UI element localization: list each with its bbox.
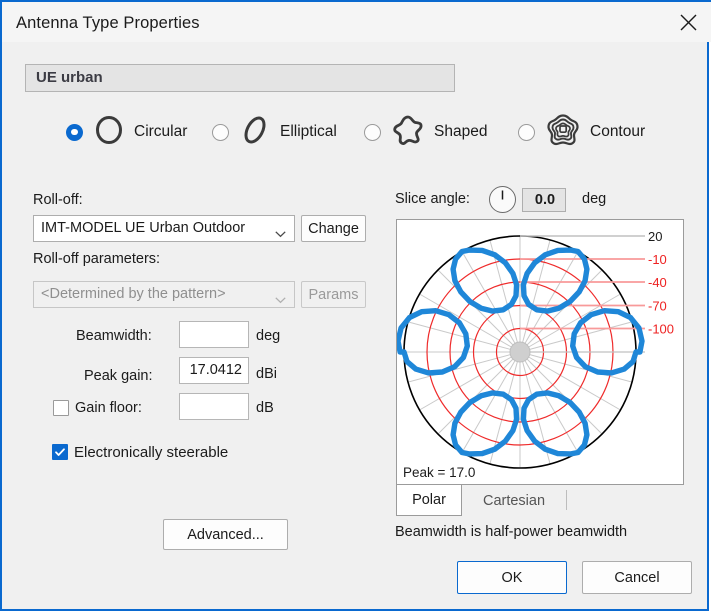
pattern-type-label-circular: Circular [134, 123, 188, 140]
slice-angle-value: 0.0 [534, 192, 556, 208]
ellipse-outline-icon [240, 114, 270, 151]
electronically-steerable-checkbox[interactable] [52, 444, 68, 460]
star-blob-outline-icon [392, 114, 424, 151]
cancel-button[interactable]: Cancel [582, 561, 692, 594]
electronically-steerable-label: Electronically steerable [74, 444, 229, 461]
chevron-down-icon-disabled [275, 291, 286, 309]
polar-pattern-chart: 20 -10 -40 -70 -100 [397, 229, 674, 469]
svg-text:-70: -70 [648, 299, 667, 314]
advanced-button[interactable]: Advanced... [163, 519, 288, 550]
antenna-type-properties-dialog: Antenna Type Properties UE urban Circula… [0, 0, 711, 611]
pattern-type-label-shaped: Shaped [434, 123, 488, 140]
pattern-type-label-elliptical: Elliptical [280, 123, 337, 140]
tab-cartesian[interactable]: Cartesian [462, 485, 566, 516]
tab-separator [566, 490, 567, 510]
pattern-type-option-elliptical[interactable]: Elliptical [212, 108, 337, 156]
beamwidth-note: Beamwidth is half-power beamwidth [395, 524, 628, 540]
title-bar: Antenna Type Properties [2, 0, 711, 42]
pattern-type-option-shaped[interactable]: Shaped [364, 108, 487, 156]
peak-gain-label: Peak gain: [84, 368, 153, 384]
pattern-type-option-contour[interactable]: Contour [518, 108, 645, 156]
gain-floor-label: Gain floor: [75, 400, 142, 416]
radio-shaped[interactable] [364, 123, 381, 141]
close-icon[interactable] [665, 2, 711, 42]
slice-angle-label: Slice angle: [395, 191, 470, 207]
rolloff-parameters-value: <Determined by the pattern> [41, 286, 226, 302]
ok-button[interactable]: OK [457, 561, 567, 594]
radio-contour[interactable] [518, 123, 535, 141]
gain-floor-unit: dB [256, 400, 274, 416]
peak-gain-unit: dBi [256, 366, 277, 382]
tab-polar[interactable]: Polar [396, 485, 462, 516]
slice-angle-value-box[interactable]: 0.0 [522, 188, 566, 212]
peak-gain-input[interactable]: 17.0412 [179, 357, 249, 384]
params-button[interactable]: Params [301, 281, 366, 308]
rolloff-parameters-combobox[interactable]: <Determined by the pattern> [33, 281, 295, 308]
circle-outline-icon [94, 114, 124, 151]
pattern-type-radio-group: Circular Elliptical Shaped Contour [2, 108, 711, 156]
change-button[interactable]: Change [301, 215, 366, 242]
peak-caption: Peak = 17.0 [403, 465, 476, 480]
pattern-type-option-circular[interactable]: Circular [66, 108, 187, 156]
chevron-down-icon [275, 225, 286, 243]
polar-center-hub [509, 341, 531, 363]
svg-text:-40: -40 [648, 275, 667, 290]
window-title: Antenna Type Properties [16, 14, 200, 32]
antenna-name-header: UE urban [25, 64, 455, 92]
beamwidth-unit: deg [256, 328, 281, 344]
beamwidth-label: Beamwidth: [76, 328, 152, 344]
polar-plot-panel[interactable]: 20 -10 -40 -70 -100 Peak = 17.0 [396, 219, 684, 485]
radio-circular[interactable] [66, 123, 83, 141]
polar-tick-labels: 20 -10 -40 -70 -100 [648, 229, 674, 337]
slice-angle-unit: deg [582, 191, 607, 207]
svg-text:-10: -10 [648, 252, 667, 267]
rolloff-value: IMT-MODEL UE Urban Outdoor [41, 220, 246, 236]
svg-text:20: 20 [648, 229, 662, 244]
peak-gain-value: 17.0412 [189, 362, 242, 378]
beamwidth-input[interactable] [179, 321, 249, 348]
plot-tabstrip: Polar Cartesian [396, 485, 684, 516]
gain-floor-input[interactable] [179, 393, 249, 420]
svg-text:-100: -100 [648, 322, 674, 337]
rolloff-label: Roll-off: [33, 192, 83, 208]
gain-floor-checkbox[interactable] [53, 400, 69, 416]
radio-elliptical[interactable] [212, 123, 229, 141]
antenna-name-text: UE urban [36, 69, 103, 86]
pattern-type-label-contour: Contour [590, 123, 646, 140]
concentric-contour-icon [546, 113, 580, 152]
rolloff-parameters-label: Roll-off parameters: [33, 251, 161, 267]
rolloff-combobox[interactable]: IMT-MODEL UE Urban Outdoor [33, 215, 295, 242]
slice-angle-dial[interactable] [489, 186, 516, 213]
